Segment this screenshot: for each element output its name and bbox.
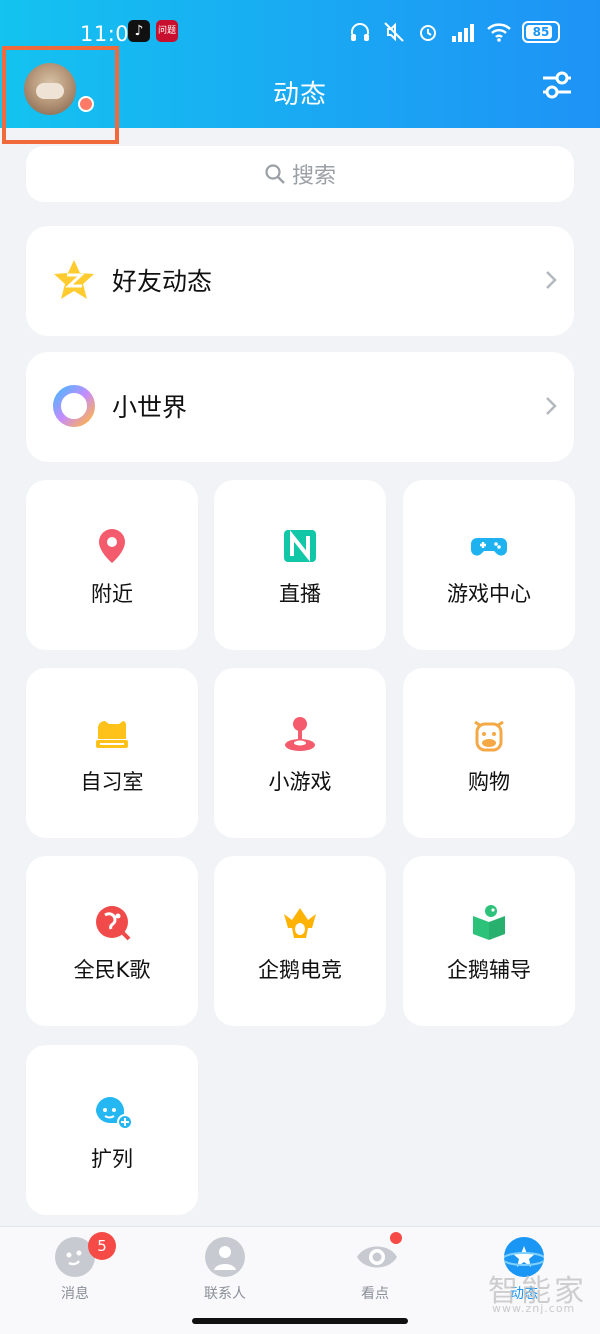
- tile-shopping[interactable]: 购物: [403, 668, 575, 838]
- home-indicator[interactable]: [192, 1318, 408, 1324]
- alarm-icon: [420, 25, 436, 41]
- battery-level: 85: [532, 25, 550, 39]
- tile-esports[interactable]: 企鹅电竞: [214, 856, 386, 1026]
- tile-label: 企鹅辅导: [447, 958, 531, 982]
- search-icon: [265, 164, 285, 184]
- karaoke-icon: [96, 906, 131, 941]
- headphones-icon: [351, 23, 369, 41]
- tile-nearby[interactable]: 附近: [26, 480, 198, 650]
- row-small-world[interactable]: 小世界: [26, 352, 574, 462]
- tile-label: 扩列: [91, 1147, 133, 1171]
- contacts-icon: [205, 1237, 245, 1277]
- tile-karaoke[interactable]: 全民K歌: [26, 856, 198, 1026]
- tile-label: 全民K歌: [73, 958, 151, 982]
- signal-hd-icon: [452, 24, 474, 42]
- nav-watch[interactable]: 看点: [325, 1237, 425, 1317]
- row-friend-feed[interactable]: 好友动态: [26, 226, 574, 336]
- tile-live[interactable]: 直播: [214, 480, 386, 650]
- live-n-icon: [284, 530, 316, 562]
- esports-crown-icon: [284, 908, 316, 938]
- tutoring-book-icon: [473, 905, 505, 940]
- qzone-star-icon: [54, 260, 94, 299]
- nav-label: 看点: [361, 1286, 389, 1302]
- tile-study-room[interactable]: 自习室: [26, 668, 198, 838]
- joystick-icon: [285, 717, 315, 751]
- tile-label: 自习室: [80, 770, 144, 794]
- tile-game-center[interactable]: 游戏中心: [403, 480, 575, 650]
- page-title: 动态: [272, 80, 327, 110]
- tile-label: 直播: [279, 582, 321, 606]
- row-label: 小世界: [112, 393, 188, 422]
- tile-tutoring[interactable]: 企鹅辅导: [403, 856, 575, 1026]
- status-icons: 85: [348, 20, 560, 44]
- row-label: 好友动态: [112, 267, 213, 296]
- search-placeholder: 搜索: [291, 164, 336, 189]
- nav-label: 联系人: [204, 1286, 246, 1302]
- expand-friends-icon: [96, 1097, 132, 1130]
- tile-mini-games[interactable]: 小游戏: [214, 668, 386, 838]
- tile-label: 附近: [91, 582, 133, 606]
- chevron-right-icon: [546, 397, 557, 415]
- nav-contacts[interactable]: 联系人: [175, 1237, 275, 1317]
- tile-label: 企鹅电竞: [258, 958, 342, 982]
- news-app-icon: 问题: [156, 20, 178, 42]
- eye-watch-icon: [355, 1237, 397, 1277]
- gamepad-icon: [471, 538, 507, 556]
- message-badge: 5: [88, 1232, 116, 1260]
- small-world-ring-icon: [53, 385, 95, 427]
- tiktok-icon: ♪: [128, 20, 150, 42]
- wifi-icon: [487, 23, 511, 42]
- tile-expand-friends[interactable]: 扩列: [26, 1045, 198, 1215]
- tile-label: 游戏中心: [447, 582, 531, 606]
- filter-settings-icon[interactable]: [540, 70, 574, 100]
- tile-label: 购物: [468, 770, 510, 794]
- study-room-icon: [96, 721, 128, 748]
- mute-icon: [384, 22, 404, 42]
- watermark-url: www.znj.com: [492, 1302, 576, 1315]
- nav-label: 消息: [61, 1286, 89, 1302]
- search-input[interactable]: 搜索: [26, 146, 574, 202]
- cow-shopping-icon: [474, 720, 504, 752]
- chevron-right-icon: [546, 271, 557, 289]
- location-pin-icon: [99, 529, 125, 563]
- tile-label: 小游戏: [268, 770, 332, 794]
- battery-indicator: 85: [522, 21, 560, 43]
- watch-notification-dot: [390, 1232, 402, 1244]
